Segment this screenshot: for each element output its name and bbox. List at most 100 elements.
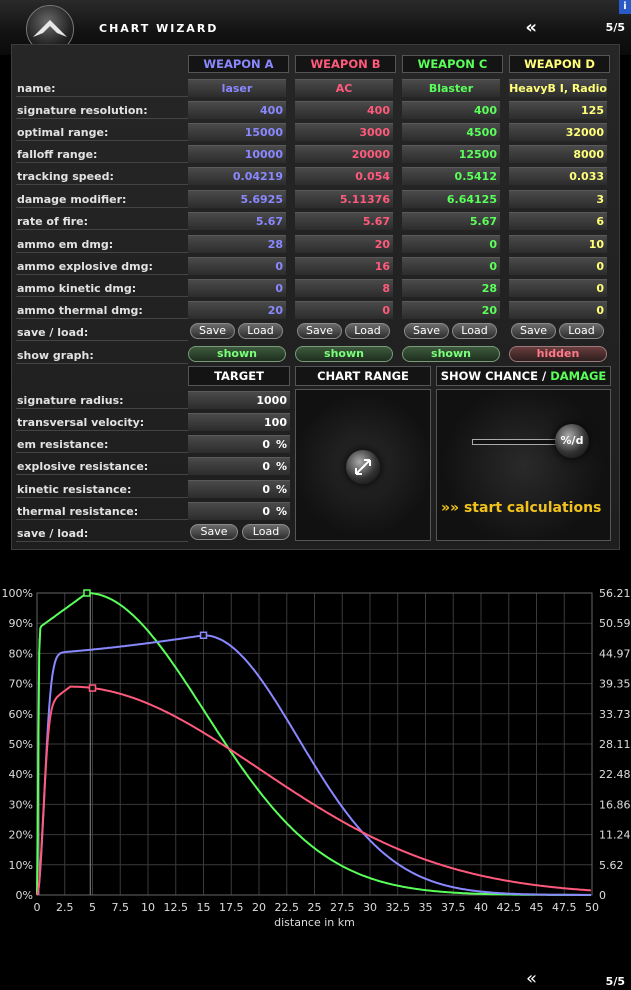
weapon-2-value-input[interactable]: 28 (402, 279, 500, 297)
weapon-1-value-input[interactable]: 20000 (295, 145, 393, 163)
weapon-1-value-input[interactable]: 8 (295, 279, 393, 297)
weapon-0-value-input[interactable]: 0 (188, 279, 286, 297)
start-calculations-button[interactable]: »» start calculations (441, 500, 601, 516)
weapon-0-value-input[interactable]: 15000 (188, 123, 286, 141)
target-value: 100 (264, 416, 287, 429)
target-header: TARGET (188, 366, 290, 386)
weapon-1-value-input[interactable]: 400 (295, 101, 393, 119)
weapon-load-button[interactable]: Load (559, 323, 604, 339)
x-tick-label: 32.5 (386, 901, 411, 914)
target-value-input[interactable]: 100 (188, 413, 290, 431)
weapon-load-button[interactable]: Load (345, 323, 390, 339)
series-marker-2 (88, 684, 97, 692)
y-left-tick-label: 100% (2, 587, 33, 600)
info-icon[interactable]: i (619, 0, 631, 14)
weapon-0-value-input[interactable]: 5.67 (188, 212, 286, 230)
weapon-2-value-input[interactable]: 0 (402, 235, 500, 253)
weapon-0-value-input[interactable]: 400 (188, 101, 286, 119)
weapon-show-graph-toggle[interactable]: shown (295, 346, 393, 362)
target-value-input[interactable]: 1000 (188, 391, 290, 409)
weapon-0-value-input[interactable]: 10000 (188, 145, 286, 163)
y-left-tick-label: 30% (9, 798, 33, 811)
weapon-2-value-input[interactable]: 12500 (402, 145, 500, 163)
back-arrow-icon[interactable]: « (526, 968, 537, 989)
weapon-3-value-input[interactable]: 125 (509, 101, 607, 119)
weapon-0-value-input[interactable]: 0.04219 (188, 167, 286, 185)
damage-label: DAMAGE (550, 369, 607, 383)
weapon-1-value-input[interactable]: 0 (295, 301, 393, 319)
weapon-3-value-input[interactable]: 0 (509, 257, 607, 275)
weapon-save-button[interactable]: Save (404, 323, 449, 339)
weapon-show-graph-toggle[interactable]: shown (188, 346, 286, 362)
weapon-2-value-input[interactable]: 0 (402, 257, 500, 275)
weapon-3-value-input[interactable]: 10 (509, 235, 607, 253)
weapon-3-value-input[interactable]: 8000 (509, 145, 607, 163)
target-value-input[interactable]: 0% (188, 502, 290, 520)
weapon-1-value-input[interactable]: AC (295, 79, 393, 97)
weapon-0-value-input[interactable]: 20 (188, 301, 286, 319)
weapon-show-graph-toggle[interactable]: hidden (509, 346, 607, 362)
target-value: 1000 (256, 394, 287, 407)
chance-damage-slider[interactable] (472, 439, 564, 445)
target-row-label: signature radius: (17, 394, 124, 407)
row-divider (16, 318, 188, 319)
target-load-button[interactable]: Load (242, 524, 290, 540)
weapon-1-value-input[interactable]: 20 (295, 235, 393, 253)
weapon-1-header: WEAPON B (295, 55, 396, 73)
percent-unit: % (275, 460, 287, 473)
weapon-2-value-input[interactable]: 5.67 (402, 212, 500, 230)
weapon-3-value-input[interactable]: 3 (509, 190, 607, 208)
weapon-2-value-input[interactable]: 0.5412 (402, 167, 500, 185)
row-divider (16, 184, 188, 185)
x-tick-label: 30 (363, 901, 377, 914)
weapon-0-value-input[interactable]: 5.6925 (188, 190, 286, 208)
weapon-3-value-input[interactable]: 6 (509, 212, 607, 230)
weapon-3-value-input[interactable]: 0 (509, 301, 607, 319)
target-value: 0 (262, 483, 270, 496)
weapon-save-button[interactable]: Save (190, 323, 235, 339)
weapon-2-value-input[interactable]: 4500 (402, 123, 500, 141)
weapon-save-button[interactable]: Save (297, 323, 342, 339)
weapon-1-value-input[interactable]: 0.054 (295, 167, 393, 185)
weapon-0-value-input[interactable]: laser (188, 79, 286, 97)
weapon-load-button[interactable]: Load (238, 323, 283, 339)
weapon-row-label: falloff range: (17, 148, 98, 161)
y-right-tick-label: 33.73 (599, 708, 631, 721)
weapon-3-value-input[interactable]: 32000 (509, 123, 607, 141)
row-divider (16, 207, 188, 208)
y-left-tick-label: 50% (9, 738, 33, 751)
weapon-1-value-input[interactable]: 5.11376 (295, 190, 393, 208)
weapon-2-value-input[interactable]: 20 (402, 301, 500, 319)
weapon-3-value-input[interactable]: 0.033 (509, 167, 607, 185)
weapon-save-button[interactable]: Save (511, 323, 556, 339)
target-value-input[interactable]: 0% (188, 457, 290, 475)
weapon-2-value-input[interactable]: 6.64125 (402, 190, 500, 208)
x-axis-label: distance in km (274, 916, 355, 929)
weapon-0-value-input[interactable]: 28 (188, 235, 286, 253)
target-value-input[interactable]: 0% (188, 480, 290, 498)
x-tick-label: 2.5 (56, 901, 74, 914)
series-marker-1 (199, 631, 208, 640)
target-row-label: transversal velocity: (17, 416, 145, 429)
weapon-show-graph-toggle[interactable]: shown (402, 346, 500, 362)
weapon-0-value-input[interactable]: 0 (188, 257, 286, 275)
target-save-button[interactable]: Save (190, 524, 238, 540)
y-right-tick-label: 50.59 (599, 617, 631, 630)
chart-range-knob[interactable] (346, 450, 380, 484)
weapon-2-value-input[interactable]: 400 (402, 101, 500, 119)
weapon-2-value-input[interactable]: Blaster (402, 79, 500, 97)
weapon-3-value-input[interactable]: 0 (509, 279, 607, 297)
weapon-1-value-input[interactable]: 5.67 (295, 212, 393, 230)
x-tick-label: 22.5 (275, 901, 300, 914)
chance-damage-toggle[interactable]: %/d (555, 424, 589, 458)
target-value-input[interactable]: 0% (188, 435, 290, 453)
weapon-3-value-input[interactable]: HeavyB I, Radio (509, 79, 607, 97)
weapon-load-button[interactable]: Load (452, 323, 497, 339)
y-left-tick-label: 90% (9, 617, 33, 630)
weapon-row-label: damage modifier: (17, 193, 127, 206)
weapon-1-value-input[interactable]: 3000 (295, 123, 393, 141)
target-row-label: em resistance: (17, 438, 109, 451)
back-arrow-icon[interactable]: « (525, 17, 537, 38)
weapon-1-value-input[interactable]: 16 (295, 257, 393, 275)
weapon-row-label: tracking speed: (17, 170, 114, 183)
